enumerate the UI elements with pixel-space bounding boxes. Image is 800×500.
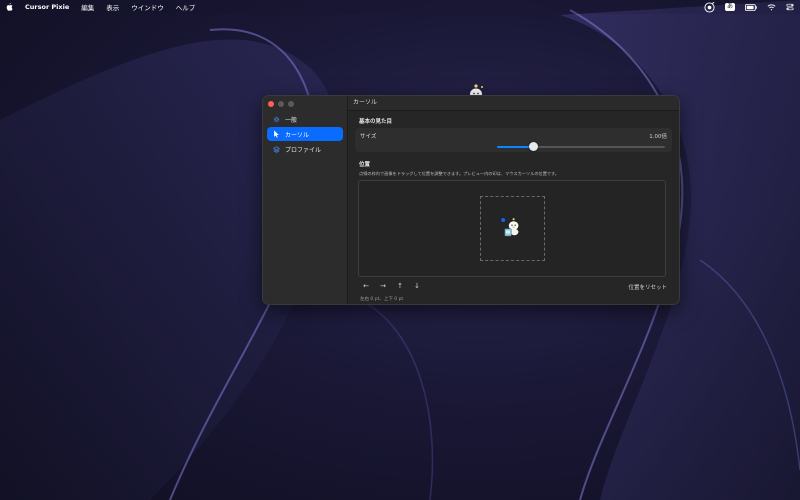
nudge-left-button[interactable]: ← xyxy=(362,282,370,290)
sidebar-item-general[interactable]: 一般 xyxy=(267,112,343,126)
menu-window[interactable]: ウインドウ xyxy=(131,2,164,12)
zoom-button[interactable] xyxy=(288,101,294,107)
position-hint: 点線の枠内で画像をドラッグして位置を調整できます。プレビュー内の印は、マウスカー… xyxy=(359,171,560,176)
nudge-right-button[interactable]: → xyxy=(379,282,387,290)
size-label: サイズ xyxy=(360,134,377,140)
nudge-up-button[interactable]: ↑ xyxy=(396,282,404,290)
size-slider[interactable] xyxy=(497,142,665,152)
apple-icon[interactable] xyxy=(6,3,13,11)
menu-help[interactable]: ヘルプ xyxy=(176,2,196,12)
size-value: 1.00倍 xyxy=(649,134,667,140)
menu-edit[interactable]: 編集 xyxy=(81,2,94,12)
sidebar-item-label: 一般 xyxy=(285,116,298,124)
control-center-icon[interactable] xyxy=(786,3,794,11)
size-slider-knob[interactable] xyxy=(529,142,539,151)
nudge-down-button[interactable]: ↓ xyxy=(413,282,421,290)
size-panel: サイズ 1.00倍 xyxy=(355,128,672,152)
appearance-section-title: 基本の見た目 xyxy=(359,119,393,125)
preview-mascot[interactable] xyxy=(500,216,524,244)
cursor-arrow-icon xyxy=(272,130,280,138)
battery-icon[interactable] xyxy=(745,3,757,11)
pixie-status-icon[interactable] xyxy=(704,1,715,13)
nudge-arrows: ← → ↑ ↓ xyxy=(362,282,421,290)
menu-app-name[interactable]: Cursor Pixie xyxy=(25,3,69,11)
sidebar-item-label: カーソル xyxy=(285,131,310,139)
drag-area[interactable] xyxy=(480,196,545,261)
close-button[interactable] xyxy=(268,101,274,107)
wifi-icon[interactable] xyxy=(767,3,776,11)
window-controls xyxy=(268,101,294,107)
reset-position-button[interactable]: 位置をリセット xyxy=(628,283,667,291)
position-preview xyxy=(358,180,666,277)
content-area: カーソル 基本の見た目 サイズ 1.00倍 位置 点線の枠内で画像をドラッグして… xyxy=(348,96,679,304)
menu-view[interactable]: 表示 xyxy=(106,2,119,12)
settings-window: 一般 カーソル プロファイル カーソル 基本の見た目 サイズ 1.00倍 位置 … xyxy=(262,95,680,305)
sidebar: 一般 カーソル プロファイル xyxy=(263,96,348,304)
window-title: カーソル xyxy=(348,96,679,111)
position-section-title: 位置 xyxy=(359,162,371,168)
profile-layers-icon xyxy=(272,145,280,153)
input-method-badge[interactable]: あ xyxy=(724,3,735,11)
minimize-button[interactable] xyxy=(278,101,284,107)
offset-readout: 左右 0 pt、上下 0 pt xyxy=(360,297,404,302)
menu-bar: Cursor Pixie 編集 表示 ウインドウ ヘルプ あ xyxy=(0,0,800,14)
gear-icon xyxy=(272,115,280,123)
sidebar-item-profile[interactable]: プロファイル xyxy=(267,142,343,156)
sidebar-item-cursor[interactable]: カーソル xyxy=(267,127,343,141)
sidebar-item-label: プロファイル xyxy=(285,146,322,154)
